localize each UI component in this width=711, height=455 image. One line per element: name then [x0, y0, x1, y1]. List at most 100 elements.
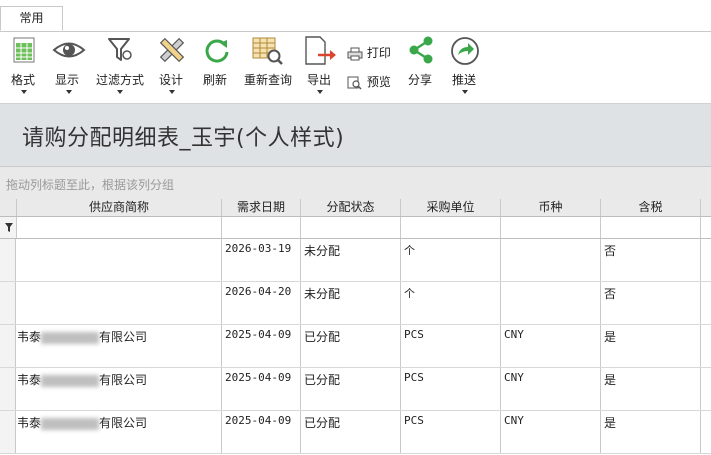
cell-date[interactable]: 2025-04-09	[222, 411, 301, 453]
column-header-unit[interactable]: 采购单位	[401, 199, 501, 216]
column-header-tax[interactable]: 含税	[601, 199, 701, 216]
group-by-panel[interactable]: 拖动列标题至此，根据该列分组	[0, 167, 711, 199]
chevron-down-icon	[462, 90, 468, 94]
display-label: 显示	[55, 73, 80, 87]
cell-currency[interactable]: CNY	[501, 368, 601, 410]
report-title-band: 请购分配明细表_玉宇(个人样式)	[0, 103, 711, 166]
cell-date[interactable]: 2025-04-09	[222, 368, 301, 410]
requery-button[interactable]: 重新查询	[243, 32, 295, 102]
cell-supplier[interactable]: 韦泰 有限公司	[17, 411, 222, 453]
design-label: 设计	[159, 73, 184, 87]
table-row[interactable]: 韦泰 有限公司 2025-04-09 已分配 PCS CNY 是	[0, 411, 711, 454]
row-indicator-header	[0, 199, 17, 216]
cell-status[interactable]: 已分配	[301, 368, 401, 410]
table-row[interactable]: 2026-03-19 未分配个 否	[0, 239, 711, 282]
column-header-supplier[interactable]: 供应商简称	[17, 199, 222, 216]
filter-cell-unit[interactable]	[401, 217, 501, 238]
column-header-row: 供应商简称 需求日期 分配状态 采购单位 币种 含税	[0, 199, 711, 217]
print-button[interactable]: 打印	[347, 44, 391, 62]
auto-filter-row	[0, 217, 711, 239]
filter-cell-status[interactable]	[301, 217, 401, 238]
format-label: 格式	[11, 73, 36, 87]
cell-status[interactable]: 已分配	[301, 325, 401, 367]
supplier-name-prefix: 韦泰	[17, 373, 42, 387]
export-icon	[305, 36, 336, 65]
filter-row-indicator	[0, 217, 17, 238]
cell-tax[interactable]: 是	[601, 325, 701, 367]
cell-date[interactable]: 2026-04-20	[222, 282, 301, 324]
refresh-icon	[205, 39, 229, 63]
filter-cell-tax[interactable]	[601, 217, 701, 238]
grid-format-icon	[13, 37, 35, 63]
format-button[interactable]: 格式	[8, 32, 40, 102]
filter-cell-date[interactable]	[222, 217, 301, 238]
preview-button[interactable]: 预览	[347, 73, 391, 91]
redacted-text	[41, 331, 100, 344]
cell-unit[interactable]: 个	[401, 282, 501, 324]
cell-tax[interactable]: 是	[601, 411, 701, 453]
cell-date[interactable]: 2025-04-09	[222, 325, 301, 367]
supplier-name-suffix: 有限公司	[99, 373, 148, 387]
eye-icon	[52, 42, 86, 58]
filter-funnel-icon	[108, 38, 132, 61]
row-indicator[interactable]	[0, 325, 16, 367]
cell-supplier[interactable]: 韦泰 有限公司	[17, 325, 222, 367]
cell-tax[interactable]: 否	[601, 282, 701, 324]
table-row[interactable]: 2026-04-20 未分配个 否	[0, 282, 711, 325]
grid-search-icon	[252, 37, 283, 65]
printer-icon	[347, 47, 363, 60]
chevron-down-icon	[169, 90, 175, 94]
column-header-currency[interactable]: 币种	[501, 199, 601, 216]
cell-tax[interactable]: 否	[601, 239, 701, 281]
share-icon	[409, 36, 433, 64]
cell-unit[interactable]: PCS	[401, 411, 501, 453]
supplier-name-prefix: 韦泰	[17, 416, 42, 430]
chevron-down-icon	[66, 90, 72, 94]
cell-supplier[interactable]	[17, 239, 222, 281]
push-label: 推送	[452, 73, 477, 87]
design-button[interactable]: 设计	[157, 32, 187, 102]
cell-tax[interactable]: 是	[601, 368, 701, 410]
row-indicator[interactable]	[0, 239, 16, 281]
column-header-date[interactable]: 需求日期	[222, 199, 301, 216]
filter-cell-supplier[interactable]	[17, 217, 222, 238]
cell-unit[interactable]: 个	[401, 239, 501, 281]
column-header-status[interactable]: 分配状态	[301, 199, 401, 216]
cell-status[interactable]: 未分配	[301, 239, 401, 281]
cell-date[interactable]: 2026-03-19	[222, 239, 301, 281]
cell-unit[interactable]: PCS	[401, 325, 501, 367]
print-label: 打印	[366, 46, 391, 60]
table-row[interactable]: 韦泰 有限公司 2025-04-09 已分配 PCS CNY 是	[0, 368, 711, 411]
export-button[interactable]: 导出	[304, 32, 336, 102]
cell-supplier[interactable]	[17, 282, 222, 324]
chevron-down-icon	[21, 90, 27, 94]
tab-common[interactable]: 常用	[0, 6, 63, 31]
cell-status[interactable]: 已分配	[301, 411, 401, 453]
cell-currency[interactable]	[501, 239, 601, 281]
push-button[interactable]: 推送	[450, 32, 480, 102]
supplier-name-prefix: 韦泰	[17, 330, 42, 344]
cell-supplier[interactable]: 韦泰 有限公司	[17, 368, 222, 410]
refresh-button[interactable]: 刷新	[201, 32, 231, 102]
ribbon-tab-strip: 常用	[0, 0, 711, 32]
cell-status[interactable]: 未分配	[301, 282, 401, 324]
filter-mode-label: 过滤方式	[96, 73, 145, 87]
filter-row-icon	[5, 223, 13, 232]
display-button[interactable]: 显示	[52, 32, 86, 102]
row-indicator[interactable]	[0, 282, 16, 324]
filter-cell-currency[interactable]	[501, 217, 601, 238]
cell-currency[interactable]: CNY	[501, 411, 601, 453]
share-button[interactable]: 分享	[406, 32, 436, 102]
preview-icon	[347, 76, 362, 90]
cell-currency[interactable]	[501, 282, 601, 324]
refresh-label: 刷新	[203, 73, 228, 87]
table-row[interactable]: 韦泰 有限公司 2025-04-09 已分配 PCS CNY 是	[0, 325, 711, 368]
filter-mode-button[interactable]: 过滤方式	[95, 32, 145, 102]
row-indicator[interactable]	[0, 411, 16, 453]
redacted-text	[41, 417, 100, 430]
share-label: 分享	[408, 73, 433, 87]
cell-currency[interactable]: CNY	[501, 325, 601, 367]
cell-unit[interactable]: PCS	[401, 368, 501, 410]
row-indicator[interactable]	[0, 368, 16, 410]
preview-label: 预览	[366, 75, 391, 89]
